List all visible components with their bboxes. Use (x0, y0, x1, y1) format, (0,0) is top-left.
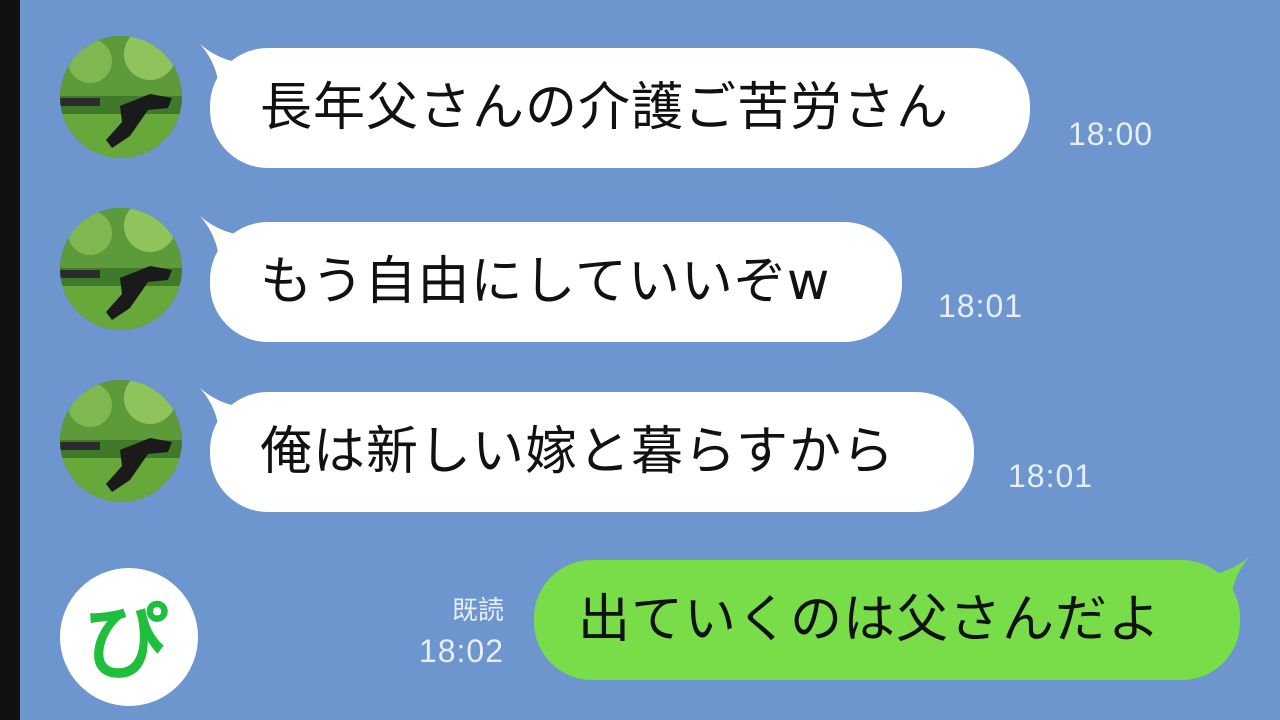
message-timestamp: 18:01 (1008, 458, 1094, 494)
message-text: 長年父さんの介護ご苦労さん (260, 78, 950, 138)
message-timestamp: 18:00 (1068, 116, 1154, 152)
message-text: もう自由にしていいぞw (260, 252, 831, 312)
bubble-tail (1214, 556, 1250, 592)
message-bubble-incoming[interactable]: 俺は新しい嫁と暮らすから (210, 392, 974, 512)
read-label: 既読 (451, 596, 504, 626)
contact-avatar[interactable] (60, 380, 182, 502)
message-text: 俺は新しい嫁と暮らすから (260, 422, 895, 482)
message-timestamp: 18:02 (418, 633, 504, 669)
read-receipt: 既読 18:02 (396, 590, 504, 670)
phone-bezel (0, 0, 20, 720)
message-bubble-incoming[interactable]: 長年父さんの介護ご苦労さん (210, 48, 1030, 168)
message-timestamp: 18:01 (938, 288, 1024, 324)
message-bubble-outgoing[interactable]: 出ていくのは父さんだよ (534, 560, 1240, 680)
message-text: 出ていくのは父さんだよ (578, 590, 1162, 650)
contact-avatar[interactable] (60, 208, 182, 330)
pi-logo-icon: ぴ (60, 568, 198, 706)
contact-avatar[interactable] (60, 36, 182, 158)
svg-text:ぴ: ぴ (84, 593, 168, 691)
message-bubble-incoming[interactable]: もう自由にしていいぞw (210, 222, 902, 342)
